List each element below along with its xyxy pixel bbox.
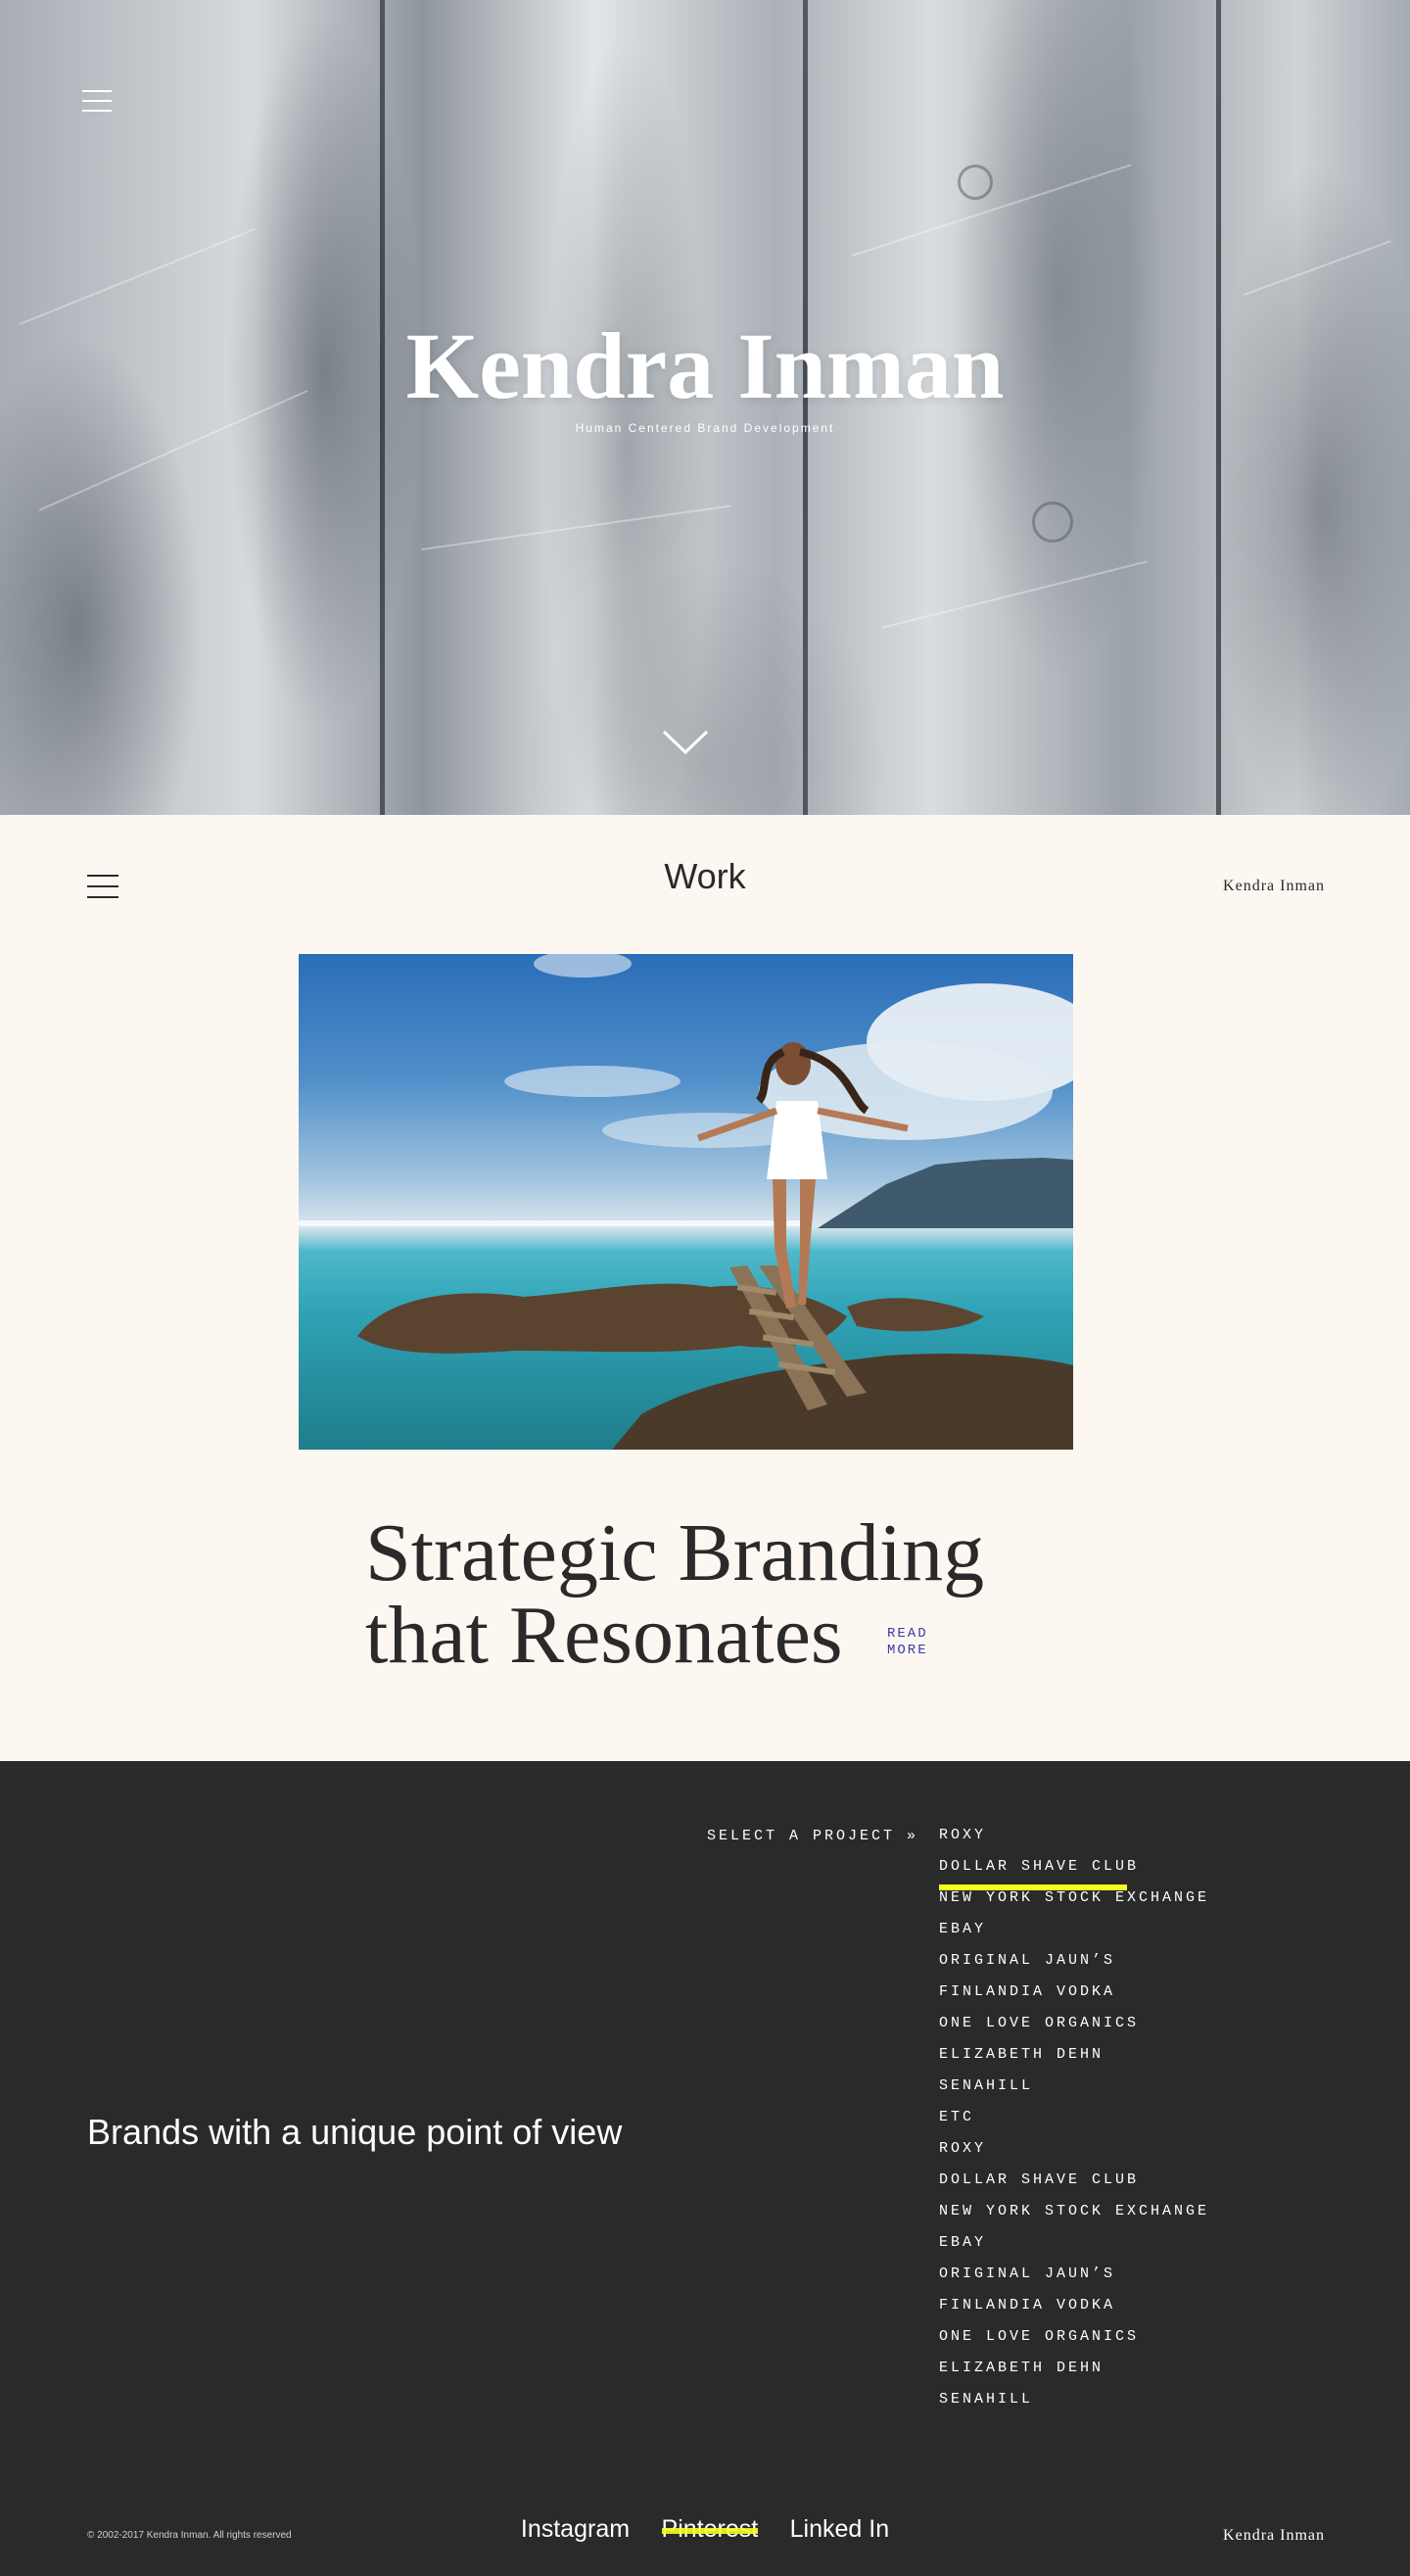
brand-link[interactable]: Kendra Inman xyxy=(1223,2527,1325,2545)
brand-link[interactable]: Kendra Inman xyxy=(1223,878,1325,895)
project-item[interactable]: ELIZABETH DEHN xyxy=(939,2360,1209,2391)
project-item[interactable]: ETC xyxy=(939,2109,1209,2140)
featured-photo xyxy=(299,954,1073,1450)
hero-subtitle: Human Centered Brand Development xyxy=(575,421,835,435)
project-item[interactable]: ORIGINAL JAUN’S xyxy=(939,1952,1209,1983)
project-item[interactable]: SENAHILL xyxy=(939,2391,1209,2422)
wood-grain xyxy=(420,504,732,550)
social-links: Instagram Pinterest Linked In xyxy=(0,2515,1410,2544)
tagline: Brands with a unique point of view xyxy=(87,2112,623,2152)
project-item[interactable]: DOLLAR SHAVE CLUB xyxy=(939,1858,1209,1890)
hero-section: Kendra Inman Human Centered Brand Develo… xyxy=(0,0,1410,815)
pinterest-link[interactable]: Pinterest xyxy=(661,2515,758,2544)
wood-knot xyxy=(1032,501,1073,543)
project-list: ROXY DOLLAR SHAVE CLUB NEW YORK STOCK EXCH… xyxy=(939,1827,1209,2422)
projects-section: Brands with a unique point of view SELEC… xyxy=(0,1761,1410,2576)
project-item[interactable]: ONE LOVE ORGANICS xyxy=(939,2328,1209,2360)
wood-grain xyxy=(1243,240,1391,296)
project-item[interactable]: NEW YORK STOCK EXCHANGE xyxy=(939,2203,1209,2234)
instagram-link[interactable]: Instagram xyxy=(521,2515,630,2544)
project-item[interactable]: ROXY xyxy=(939,1827,1209,1858)
headline-line: that Resonates xyxy=(365,1590,843,1681)
wood-knot xyxy=(958,165,993,200)
chevron-down-icon[interactable] xyxy=(662,730,709,755)
project-item[interactable]: FINLANDIA VODKA xyxy=(939,1983,1209,2015)
project-item[interactable]: EBAY xyxy=(939,1921,1209,1952)
project-item[interactable]: DOLLAR SHAVE CLUB xyxy=(939,2171,1209,2203)
project-item[interactable]: FINLANDIA VODKA xyxy=(939,2297,1209,2328)
headline: Strategic Branding that Resonates xyxy=(365,1512,1109,1677)
project-item[interactable]: ORIGINAL JAUN’S xyxy=(939,2266,1209,2297)
wood-grain xyxy=(880,560,1148,629)
section-title: Work xyxy=(664,856,746,896)
project-item[interactable]: ONE LOVE ORGANICS xyxy=(939,2015,1209,2046)
project-item[interactable]: EBAY xyxy=(939,2234,1209,2266)
linkedin-link[interactable]: Linked In xyxy=(790,2515,889,2544)
hero-title: Kendra Inman xyxy=(405,313,1005,418)
read-more-link[interactable]: READ MORE xyxy=(887,1626,946,1659)
project-item[interactable]: NEW YORK STOCK EXCHANGE xyxy=(939,1889,1209,1921)
project-item[interactable]: SENAHILL xyxy=(939,2077,1209,2109)
project-item[interactable]: ELIZABETH DEHN xyxy=(939,2046,1209,2077)
headline-line: Strategic Branding xyxy=(365,1507,985,1598)
project-item[interactable]: ROXY xyxy=(939,2140,1209,2171)
hamburger-icon[interactable] xyxy=(82,90,112,112)
read-more-label: READ xyxy=(887,1626,928,1642)
select-project-label: SELECT A PROJECT » xyxy=(707,1828,919,1844)
read-more-label: MORE xyxy=(887,1643,928,1658)
work-section: Work Kendra Inman Strategic Branding tha… xyxy=(0,815,1410,1761)
